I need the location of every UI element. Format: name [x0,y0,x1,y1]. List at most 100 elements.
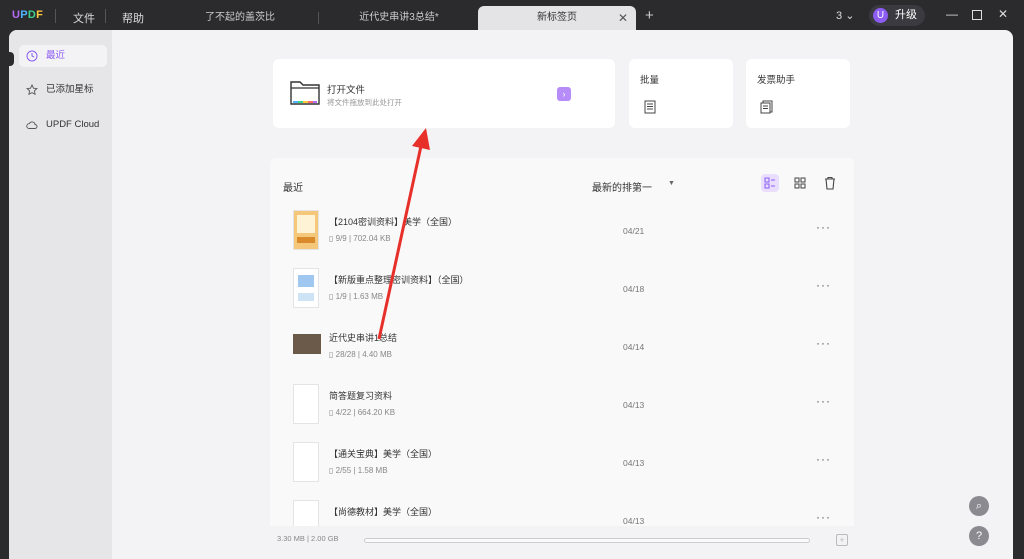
file-thumbnail [293,442,319,482]
folder-icon [290,81,320,105]
open-file-title: 打开文件 [327,85,366,96]
invoice-title: 发票助手 [757,75,796,86]
recent-panel: 最近 最新的排第一 ▼ 【2104密训资料】美学（全国） ▯ 9/9 | 702… [270,158,854,559]
pages-icon: ▯ [329,292,336,301]
sidebar-item-starred[interactable]: 已添加星标 [19,79,107,101]
pages-icon: ▯ [329,408,336,417]
file-date: 04/14 [623,342,645,352]
trash-icon [825,176,835,190]
upgrade-label: 升级 [895,9,917,21]
star-icon [26,84,38,96]
open-file-subtitle: 将文件拖放到此处打开 [327,98,402,107]
sidebar-toggle[interactable] [9,52,14,66]
sidebar-item-cloud[interactable]: UPDF Cloud [19,114,107,136]
divider [105,9,106,23]
new-tab-icon[interactable]: + [645,7,654,24]
file-meta: ▯ 2/55 | 1.58 MB [329,466,388,475]
file-row[interactable]: 【新版重点整理密训资料】（全国） ▯ 1/9 | 1.63 MB 04/18 ·… [280,263,840,321]
more-icon[interactable]: ··· [816,220,831,234]
more-icon[interactable]: ··· [816,510,831,524]
tab-close-icon[interactable]: ✕ [618,6,628,30]
add-storage-icon[interactable]: + [836,534,848,546]
file-meta: ▯ 1/9 | 1.63 MB [329,292,384,301]
chevron-down-icon: ⌄ [845,10,855,22]
pages-icon: ▯ [329,350,336,359]
grid-view-button[interactable] [791,174,809,192]
minimize-icon[interactable]: — [946,7,958,21]
updf-logo: UPDF [12,9,44,21]
open-file-card[interactable]: 打开文件 将文件拖放到此处打开 › [273,59,615,128]
file-name: 【通关宝典】美学（全国） [329,449,438,459]
pages-icon: ▯ [329,234,336,243]
file-date: 04/21 [623,226,645,236]
storage-footer: 3.30 MB | 2.00 GB + [270,526,854,559]
file-date: 04/18 [623,284,645,294]
file-meta: ▯ 4/22 | 664.20 KB [329,408,396,417]
recent-title: 最近 [283,183,303,194]
tab-count[interactable]: 3 ⌄ [836,9,854,22]
main-window: 最近 已添加星标 UPDF Cloud 打开文件 将文件拖放到此处打开 › 批量… [9,30,1013,559]
sidebar-item-label: 最近 [46,50,66,61]
more-icon[interactable]: ··· [816,452,831,466]
sidebar-item-label: UPDF Cloud [46,119,100,130]
help-fab-icon[interactable]: ? [969,526,989,546]
batch-title: 批量 [640,75,660,86]
caret-down-icon[interactable]: ▼ [668,180,675,187]
delete-button[interactable] [821,174,839,192]
file-date: 04/13 [623,516,645,526]
file-row[interactable]: 简答题复习资料 ▯ 4/22 | 664.20 KB 04/13 ··· [280,379,840,437]
cloud-icon [26,121,38,129]
tab-gatsby[interactable]: 了不起的盖茨比 [160,6,320,32]
list-view-icon [764,177,775,189]
batch-card[interactable]: 批量 [629,59,733,128]
file-name: 【新版重点整理密训资料】（全国） [329,275,469,285]
divider [55,9,56,23]
file-name: 近代史串讲1总结 [329,333,398,343]
tab-label: 近代史串讲3总结* [359,12,439,23]
file-row[interactable]: 【2104密训资料】美学（全国） ▯ 9/9 | 702.04 KB 04/21… [280,205,840,263]
more-icon[interactable]: ··· [816,394,831,408]
more-icon[interactable]: ··· [816,336,831,350]
file-date: 04/13 [623,400,645,410]
invoice-icon [760,100,773,114]
file-row[interactable]: 近代史串讲1总结 ▯ 28/28 | 4.40 MB 04/14 ··· [280,321,840,379]
storage-bar [364,538,810,543]
file-thumbnail [293,268,319,308]
invoice-card[interactable]: 发票助手 [746,59,850,128]
clock-icon [26,50,38,62]
menu-help[interactable]: 帮助 [122,10,144,26]
tab-label: 了不起的盖茨比 [205,12,275,23]
search-fab-icon[interactable]: ⌕ [969,496,989,516]
open-file-arrow-button[interactable]: › [557,87,571,101]
storage-text: 3.30 MB | 2.00 GB [277,534,339,543]
upgrade-button[interactable]: U 升级 [869,5,925,26]
pages-icon: ▯ [329,466,336,475]
file-meta: ▯ 28/28 | 4.40 MB [329,350,392,359]
file-name: 【尚德教材】美学（全国） [329,507,438,517]
grid-view-icon [794,177,806,189]
tab-label: 新标签页 [537,12,577,23]
file-date: 04/13 [623,458,645,468]
sort-dropdown[interactable]: 最新的排第一 [592,179,652,194]
file-name: 【2104密训资料】美学（全国） [329,217,458,227]
avatar: U [873,8,888,23]
file-thumbnail [293,210,319,250]
sidebar-item-recent[interactable]: 最近 [19,45,107,67]
close-icon[interactable]: ✕ [998,7,1008,21]
sidebar-item-label: 已添加星标 [46,84,94,95]
file-name: 简答题复习资料 [329,391,393,401]
title-bar: UPDF 文件 帮助 了不起的盖茨比 近代史串讲3总结* 新标签页 ✕ + 3 ⌄… [0,0,1024,32]
maximize-icon[interactable] [972,10,982,20]
more-icon[interactable]: ··· [816,278,831,292]
file-meta: ▯ 9/9 | 702.04 KB [329,234,391,243]
file-row[interactable]: 【通关宝典】美学（全国） ▯ 2/55 | 1.58 MB 04/13 ··· [280,437,840,495]
sidebar: 最近 已添加星标 UPDF Cloud [9,30,112,559]
list-view-button[interactable] [761,174,779,192]
batch-icon [644,100,656,114]
tab-history[interactable]: 近代史串讲3总结* [320,6,478,32]
menu-file[interactable]: 文件 [73,10,95,26]
tab-new[interactable]: 新标签页 ✕ [478,6,636,32]
file-thumbnail [293,334,321,354]
tab-divider [318,12,319,24]
file-thumbnail [293,384,319,424]
